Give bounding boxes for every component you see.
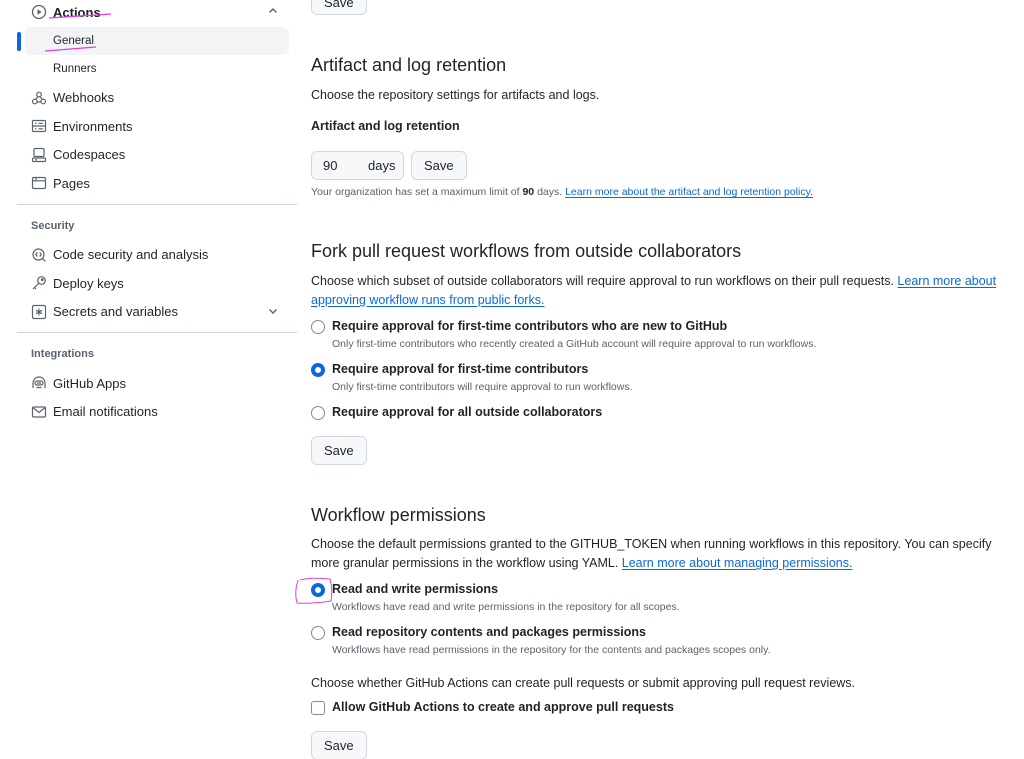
- allow-pr-checkbox[interactable]: [311, 701, 325, 715]
- sidebar-item-actions[interactable]: Actions: [17, 0, 297, 27]
- sidebar-item-label: Actions: [53, 4, 101, 20]
- fork-option-first-time[interactable]: Require approval for first-time contribu…: [311, 362, 633, 393]
- sidebar-item-codespaces[interactable]: Codespaces: [17, 141, 297, 170]
- sidebar-item-environments[interactable]: Environments: [17, 112, 297, 141]
- sidebar-item-secrets-variables[interactable]: Secrets and variables: [17, 298, 297, 327]
- retention-description: Choose the repository settings for artif…: [311, 88, 600, 102]
- sidebar-item-general[interactable]: General: [17, 26, 289, 55]
- fork-option-all-outside[interactable]: Require approval for all outside collabo…: [311, 405, 602, 420]
- hubot-icon: [31, 375, 47, 391]
- sidebar-section-integrations: Integrations: [31, 348, 94, 360]
- sidebar-item-label: GitHub Apps: [53, 375, 126, 391]
- sidebar-item-label: Code security and analysis: [53, 247, 209, 263]
- sidebar-item-runners[interactable]: Runners: [17, 55, 297, 84]
- radio-read-write[interactable]: [311, 583, 325, 597]
- sidebar-item-label: General: [53, 34, 94, 47]
- fork-save-button[interactable]: Save: [311, 436, 367, 465]
- sidebar-item-code-security[interactable]: Code security and analysis: [17, 241, 297, 270]
- permissions-learn-more-link[interactable]: Learn more about managing permissions.: [622, 556, 853, 570]
- previous-save-button[interactable]: Save: [311, 0, 367, 15]
- radio-all-outside[interactable]: [311, 406, 325, 420]
- server-icon: [31, 118, 47, 134]
- option-label: Require approval for first-time contribu…: [332, 319, 728, 333]
- retention-title: Artifact and log retention: [311, 55, 507, 75]
- sidebar-divider: [17, 203, 297, 205]
- retention-note-text: Your organization has set a maximum limi…: [311, 186, 523, 198]
- option-note: Workflows have read and write permission…: [332, 601, 680, 613]
- fork-description-text: Choose which subset of outside collabora…: [311, 274, 898, 288]
- sidebar-item-deploy-keys[interactable]: Deploy keys: [17, 269, 297, 298]
- webhook-icon: [31, 90, 47, 106]
- sidebar-item-label: Deploy keys: [53, 275, 124, 291]
- sidebar-item-label: Pages: [53, 175, 90, 191]
- retention-note-suffix: days.: [534, 186, 566, 198]
- chevron-up-icon[interactable]: [267, 5, 279, 17]
- retention-note-limit: 90: [522, 186, 535, 198]
- fork-title: Fork pull request workflows from outside…: [311, 241, 742, 261]
- retention-field-label: Artifact and log retention: [311, 119, 460, 133]
- option-label: Read repository contents and packages pe…: [332, 625, 646, 639]
- sidebar-item-label: Webhooks: [53, 90, 115, 106]
- allow-pr-label: Allow GitHub Actions to create and appro…: [332, 700, 674, 714]
- option-note: Only first-time contributors who recentl…: [332, 338, 817, 350]
- key-icon: [31, 275, 47, 291]
- sidebar-item-webhooks[interactable]: Webhooks: [17, 84, 297, 113]
- sidebar-item-email-notifications[interactable]: Email notifications: [17, 398, 297, 427]
- fork-description: Choose which subset of outside collabora…: [311, 272, 1001, 310]
- option-label: Require approval for first-time contribu…: [332, 362, 589, 376]
- permissions-option-read-write[interactable]: Read and write permissions Workflows hav…: [311, 582, 680, 613]
- permissions-save-button[interactable]: Save: [311, 731, 367, 759]
- mail-icon: [31, 404, 47, 420]
- sidebar-item-pages[interactable]: Pages: [17, 169, 297, 198]
- play-circle-icon: [31, 4, 47, 20]
- sidebar-item-github-apps[interactable]: GitHub Apps: [17, 369, 297, 398]
- radio-new-to-github[interactable]: [311, 320, 325, 334]
- settings-sidebar: Actions General Runners Webhooks Environ…: [17, 0, 297, 426]
- retention-days-unit: days: [368, 158, 396, 173]
- sidebar-item-label: Codespaces: [53, 147, 126, 163]
- retention-policy-link[interactable]: Learn more about the artifact and log re…: [565, 186, 813, 198]
- retention-days-input[interactable]: 90 days: [311, 151, 404, 180]
- permissions-title: Workflow permissions: [311, 505, 486, 525]
- sidebar-item-label: Email notifications: [53, 404, 158, 420]
- option-note: Only first-time contributors will requir…: [332, 381, 633, 393]
- active-indicator: [17, 31, 21, 51]
- option-label: Read and write permissions: [332, 582, 499, 596]
- chevron-down-icon[interactable]: [267, 305, 279, 317]
- sidebar-divider: [17, 332, 297, 333]
- sidebar-section-security: Security: [31, 219, 75, 232]
- sidebar-item-label: Secrets and variables: [53, 304, 179, 320]
- option-note: Workflows have read permissions in the r…: [332, 644, 771, 656]
- allow-pr-option[interactable]: Allow GitHub Actions to create and appro…: [311, 700, 674, 715]
- sidebar-item-label: Runners: [53, 63, 97, 76]
- pr-description: Choose whether GitHub Actions can create…: [311, 676, 856, 690]
- retention-note: Your organization has set a maximum limi…: [311, 186, 813, 198]
- retention-days-value[interactable]: 90: [323, 158, 368, 173]
- browser-icon: [31, 175, 47, 191]
- permissions-option-read-only[interactable]: Read repository contents and packages pe…: [311, 625, 771, 656]
- codescan-icon: [31, 247, 47, 263]
- radio-first-time[interactable]: [311, 363, 325, 377]
- key-asterisk-icon: [31, 304, 47, 320]
- sidebar-item-label: Environments: [53, 118, 133, 134]
- retention-save-button[interactable]: Save: [411, 151, 467, 180]
- option-label: Require approval for all outside collabo…: [332, 405, 603, 419]
- fork-option-new-to-github[interactable]: Require approval for first-time contribu…: [311, 319, 816, 350]
- codespaces-icon: [31, 147, 47, 163]
- permissions-description: Choose the default permissions granted t…: [311, 535, 1001, 573]
- radio-read-only[interactable]: [311, 626, 325, 640]
